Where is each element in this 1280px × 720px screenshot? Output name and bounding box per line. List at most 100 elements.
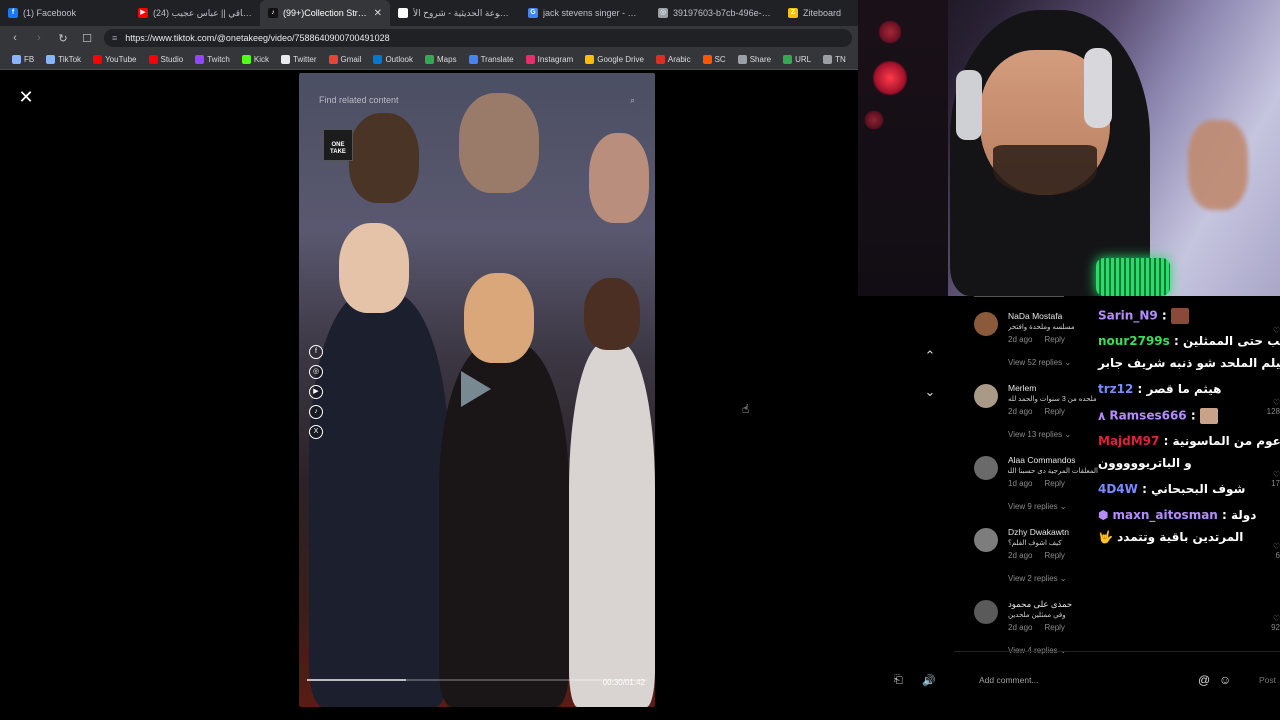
youtube-icon[interactable]: ▶ xyxy=(309,385,323,399)
browser-tab[interactable]: ♪ (99+)Collection Stream ✕ xyxy=(260,0,390,26)
video-player[interactable]: Find related content ⌕ ONE TAKE f ◎ ▶ ♪ X 00… xyxy=(299,73,655,707)
avatar[interactable] xyxy=(974,384,998,408)
chat-username[interactable]: maxn_aitosman xyxy=(1112,508,1217,522)
chat-username[interactable]: Sarin_N9 xyxy=(1098,309,1158,323)
bookmark-twitch[interactable]: Twitch xyxy=(189,55,236,64)
bookmark-instagram[interactable]: Instagram xyxy=(520,55,580,64)
bookmark-sc[interactable]: SC xyxy=(697,55,732,64)
avatar[interactable] xyxy=(974,600,998,624)
add-comment-placeholder[interactable]: Add comment... xyxy=(979,675,1039,685)
progress-bar[interactable] xyxy=(307,679,647,681)
bookmark-label: SC xyxy=(714,55,726,64)
close-tab-icon[interactable]: ✕ xyxy=(374,8,382,19)
view-replies-button[interactable]: View 13 replies ⌄ xyxy=(1008,430,1071,439)
progress-fill xyxy=(307,679,406,681)
avatar[interactable] xyxy=(974,456,998,480)
view-replies-button[interactable]: View 52 replies ⌄ xyxy=(1008,358,1071,367)
reply-button[interactable]: Reply xyxy=(1044,551,1064,560)
bookmark-google-drive[interactable]: Google Drive xyxy=(579,55,650,64)
chevron-down-icon[interactable]: ⌄ xyxy=(922,384,938,400)
browser-tab[interactable]: f (1) Facebook xyxy=(0,0,130,26)
reply-button[interactable]: Reply xyxy=(1044,335,1064,344)
bookmark-maps[interactable]: Maps xyxy=(419,55,463,64)
chat-username[interactable]: trz12 xyxy=(1098,382,1133,396)
browser-tab[interactable]: الموسوعة الحديثية - شروح الأ xyxy=(390,0,520,26)
emoji-icon[interactable]: ☺ xyxy=(1219,673,1231,687)
fullscreen-icon[interactable]: ⎗ xyxy=(894,674,903,687)
browser-tab[interactable]: Gjack stevens singer - Google xyxy=(520,0,650,26)
comment-age: 2d ago xyxy=(1008,407,1033,416)
mention-icon[interactable]: @ xyxy=(1198,673,1210,687)
browser-tab[interactable]: ◎ 39197603-b7cb-496e-8b98- xyxy=(650,0,780,26)
bookmark-share[interactable]: Share xyxy=(732,55,777,64)
comment-username[interactable]: Alaa Commandos xyxy=(1008,455,1076,465)
url-text[interactable]: https://www.tiktok.com/@onetakeeg/video/… xyxy=(125,33,389,43)
comment-text: كيف اشوف الفلم؟ xyxy=(1008,540,1062,547)
like-button[interactable]: ♡ 92 xyxy=(1271,614,1280,632)
bookmark-label: TN xyxy=(835,55,846,64)
reply-button[interactable]: Reply xyxy=(1044,623,1064,632)
bookmark-tiktok[interactable]: TikTok xyxy=(40,55,87,64)
close-icon[interactable]: ✕ xyxy=(18,88,34,106)
add-comment-field[interactable]: Add comment... @ ☺ Post xyxy=(968,668,1280,692)
like-button[interactable]: ♡ 6 xyxy=(1273,542,1280,560)
chat-username[interactable]: nour2799s xyxy=(1098,334,1170,348)
back-arrow-icon[interactable]: ‹ xyxy=(8,31,22,45)
url-icon xyxy=(783,55,793,64)
bookmark-translate[interactable]: Translate xyxy=(463,55,520,64)
reload-icon[interactable]: ↻ xyxy=(56,31,70,45)
address-toolbar: ‹ › ↻ ☐ ≡ https://www.tiktok.com/@onetak… xyxy=(0,26,858,50)
tiktok-icon[interactable]: ♪ xyxy=(309,405,323,419)
comment-username[interactable]: Merlem xyxy=(1008,383,1036,393)
post-button[interactable]: Post xyxy=(1259,675,1276,685)
bookmark-tn[interactable]: TN xyxy=(817,55,852,64)
browser-tab[interactable]: ▶ اجمل ساقي || عباس عجيب (24) xyxy=(130,0,260,26)
reply-button[interactable]: Reply xyxy=(1044,407,1064,416)
bookmark-label: Outlook xyxy=(385,55,414,64)
browser-tab[interactable]: Z Ziteboard xyxy=(780,0,858,26)
tab-favicon-icon: ◎ xyxy=(658,8,668,18)
bookmark-studio[interactable]: Studio xyxy=(143,55,190,64)
play-icon[interactable] xyxy=(461,371,491,407)
facebook-icon[interactable]: f xyxy=(309,345,323,359)
tab-title: (1) Facebook xyxy=(23,8,77,18)
view-replies-button[interactable]: View 9 replies ⌄ xyxy=(1008,502,1067,511)
related-search[interactable]: Find related content ⌕ xyxy=(319,95,635,106)
bookmark-kick[interactable]: Kick xyxy=(236,55,275,64)
comment-list: NaDa Mostafa مسلسه وملحدة وافتخر 2d ago Rep… xyxy=(972,308,1098,668)
chat-username[interactable]: 4D4W xyxy=(1098,482,1138,496)
avatar[interactable] xyxy=(974,528,998,552)
like-count: 92 xyxy=(1271,623,1280,632)
bookmark-icon[interactable]: ☐ xyxy=(80,31,94,45)
search-icon[interactable]: ⌕ xyxy=(630,95,635,106)
chat-message: trz12 : هيثم ما قصر xyxy=(1098,382,1280,396)
comment-username[interactable]: Dzhy Dwakawtn xyxy=(1008,527,1069,537)
x-icon[interactable]: X xyxy=(309,425,323,439)
tab-title: Ziteboard xyxy=(803,8,842,18)
bookmark-outlook[interactable]: Outlook xyxy=(367,55,419,64)
bookmark-gmail[interactable]: Gmail xyxy=(323,55,368,64)
chevron-up-icon[interactable]: ⌃ xyxy=(922,348,938,364)
comment-username[interactable]: حمدى على محمود xyxy=(1008,599,1072,610)
avatar[interactable] xyxy=(974,312,998,336)
address-bar[interactable]: ≡ https://www.tiktok.com/@onetakeeg/vide… xyxy=(104,29,852,47)
instagram-icon[interactable]: ◎ xyxy=(309,365,323,379)
bookmark-url[interactable]: URL xyxy=(777,55,817,64)
chevron-down-icon: ⌄ xyxy=(1062,430,1072,439)
bookmark-fb[interactable]: FB xyxy=(6,55,40,64)
tab-favicon-icon: G xyxy=(528,8,538,18)
bookmark-arabic[interactable]: Arabic xyxy=(650,55,697,64)
forward-arrow-icon[interactable]: › xyxy=(32,31,46,45)
bookmark-youtube[interactable]: YouTube xyxy=(87,55,142,64)
bookmark-twitter[interactable]: Twitter xyxy=(275,55,323,64)
chat-separator: : xyxy=(1217,508,1232,522)
comment-username[interactable]: NaDa Mostafa xyxy=(1008,311,1062,321)
view-replies-button[interactable]: View 2 replies ⌄ xyxy=(1008,574,1067,583)
volume-icon[interactable]: 🔊 xyxy=(922,674,936,687)
chat-username[interactable]: Ramses666 xyxy=(1109,409,1186,423)
reply-button[interactable]: Reply xyxy=(1044,479,1064,488)
chat-username[interactable]: MajdM97 xyxy=(1098,434,1159,448)
site-info-icon[interactable]: ≡ xyxy=(112,33,117,43)
comment-text: وفي ممثلين ملحدين xyxy=(1008,612,1066,619)
onetake-logo: ONE TAKE xyxy=(323,129,353,161)
